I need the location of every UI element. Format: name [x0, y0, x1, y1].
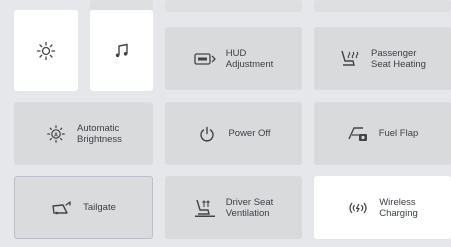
sun-icon	[35, 40, 57, 62]
power-off-tile[interactable]: Power Off	[165, 102, 302, 165]
partial-tile-top-2	[165, 0, 302, 12]
passenger-seat-heating-tile[interactable]: Passenger Seat Heating	[314, 27, 451, 90]
seat-heating-icon	[339, 48, 361, 70]
automatic-brightness-label: Automatic Brightness	[77, 122, 122, 145]
brightness-tile[interactable]	[14, 10, 78, 91]
wireless-charging-icon	[347, 197, 369, 219]
wireless-charging-tile[interactable]: Wireless Charging	[314, 176, 451, 239]
partial-tile-top-3	[314, 0, 451, 12]
power-off-label: Power Off	[228, 128, 271, 139]
automatic-brightness-tile[interactable]: A Automatic Brightness	[14, 102, 153, 165]
power-icon	[196, 123, 218, 145]
passenger-seat-heating-label: Passenger Seat Heating	[371, 47, 426, 70]
music-tile[interactable]	[90, 10, 153, 91]
fuel-flap-label: Fuel Flap	[378, 128, 419, 139]
hud-icon	[194, 48, 216, 70]
driver-seat-ventilation-tile[interactable]: Driver Seat Ventilation	[165, 176, 302, 239]
fuel-flap-tile[interactable]: Fuel Flap	[314, 102, 451, 165]
music-note-icon	[111, 40, 133, 62]
fuel-flap-icon	[347, 123, 369, 145]
auto-brightness-icon: A	[45, 123, 67, 145]
driver-seat-ventilation-label: Driver Seat Ventilation	[225, 196, 274, 219]
wireless-charging-label: Wireless Charging	[379, 196, 418, 219]
seat-ventilation-icon	[194, 197, 216, 219]
svg-text:A: A	[54, 132, 58, 138]
hud-adjustment-tile[interactable]: HUD Adjustment	[165, 27, 302, 90]
tailgate-icon	[51, 197, 73, 219]
hud-adjustment-label: HUD Adjustment	[225, 47, 274, 70]
tailgate-label: Tailgate	[83, 202, 116, 213]
tailgate-tile[interactable]: Tailgate	[14, 176, 153, 239]
